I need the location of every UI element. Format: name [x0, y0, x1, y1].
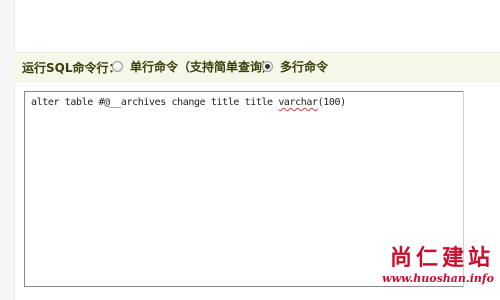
multi-line-radio[interactable] — [262, 60, 273, 72]
single-line-label[interactable]: 单行命令（支持简单查询） — [130, 58, 274, 75]
multi-line-option[interactable]: 多行命令 — [262, 56, 328, 76]
single-line-option[interactable]: 单行命令（支持简单查询） — [112, 56, 274, 76]
left-sidebar-edge — [0, 0, 15, 300]
sql-misspelled-word: varchar — [278, 97, 318, 108]
sql-tool-page: 运行SQL命令行： 单行命令（支持简单查询） 多行命令 alter table … — [0, 0, 500, 300]
multi-line-label[interactable]: 多行命令 — [280, 58, 328, 75]
sql-text-after: (100) — [317, 97, 347, 108]
run-sql-label: 运行SQL命令行： — [22, 61, 121, 75]
sql-text-before: alter table #@__archives change title ti… — [31, 97, 279, 108]
watermark: 尚仁建站 www.huoshan.info — [382, 246, 494, 286]
watermark-logo: 尚仁建站 — [389, 245, 494, 271]
watermark-url: www.huoshan.info — [382, 272, 494, 285]
single-line-radio[interactable] — [112, 60, 123, 72]
sql-command-line: alter table #@__archives change title ti… — [31, 97, 457, 108]
